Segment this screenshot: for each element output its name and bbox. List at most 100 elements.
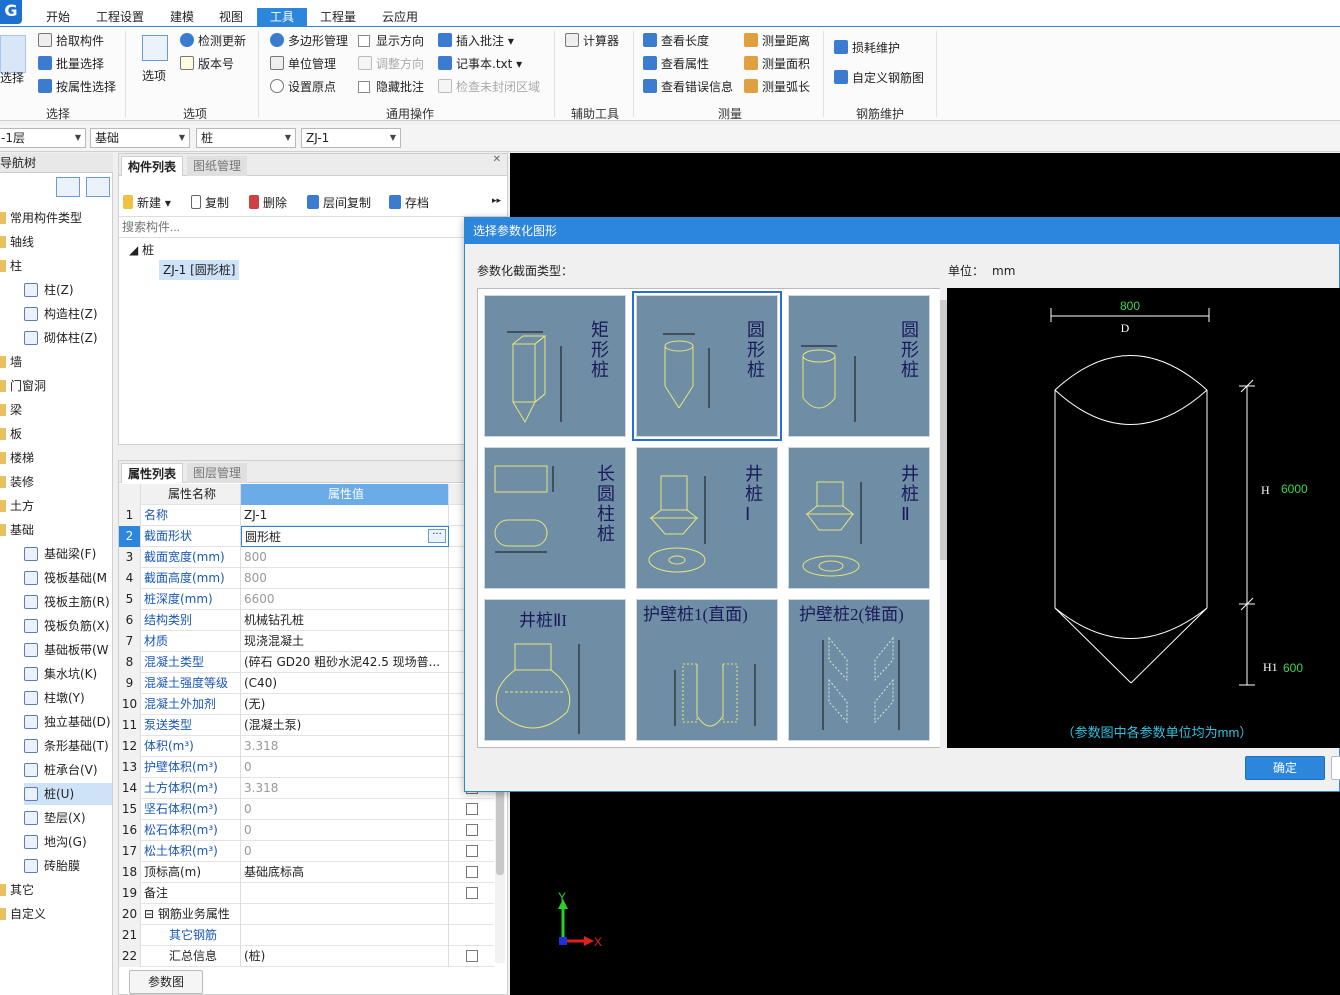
menu-tools[interactable]: 工具 — [257, 8, 307, 26]
unit-manage-button[interactable]: 单位管理 — [270, 55, 336, 73]
prop-row[interactable]: 16 松石体积(m³) 0 — [119, 820, 494, 841]
prop-value[interactable]: 圆形桩 ··· — [241, 526, 449, 547]
prop-value[interactable] — [241, 883, 449, 904]
tab-layer-manage[interactable]: 图层管理 — [187, 463, 248, 483]
prop-row[interactable]: 12 体积(m³) 3.318 — [119, 736, 494, 757]
nav-category-item[interactable]: 柱 — [0, 255, 22, 277]
nav-child-item[interactable]: 柱(Z) — [24, 279, 74, 301]
nav-child-item[interactable]: 基础板带(W — [24, 639, 109, 661]
nav-child-item[interactable]: 筏板负筋(X) — [24, 615, 110, 637]
prop-row[interactable]: 22 汇总信息 (桩) — [119, 946, 494, 967]
insert-note-button[interactable]: 插入批注 ▾ — [438, 32, 514, 50]
prop-value[interactable]: 800 — [241, 547, 449, 568]
check-closed-area-button[interactable]: 检查未封闭区域 — [438, 78, 540, 96]
menu-quantity[interactable]: 工程量 — [316, 8, 360, 26]
component-select[interactable]: ZJ-1 ▼ — [301, 128, 401, 148]
custom-rebar-button[interactable]: 自定义钢筋图 — [834, 69, 924, 87]
new-button[interactable]: 新建 ▾ — [123, 194, 171, 212]
archive-button[interactable]: 存档 — [389, 194, 429, 212]
prop-value[interactable]: (混凝土泵) — [241, 715, 449, 736]
prop-value[interactable]: 0 — [241, 841, 449, 862]
select-big-icon[interactable] — [0, 35, 26, 73]
prop-row[interactable]: 3 截面宽度(mm) 800 — [119, 547, 494, 568]
nav-child-item[interactable]: 条形基础(T) — [24, 735, 109, 757]
loss-maintain-button[interactable]: 损耗维护 — [834, 39, 900, 57]
nav-child-item[interactable]: 桩(U) — [24, 783, 112, 805]
version-button[interactable]: 版本号 — [180, 55, 234, 73]
nav-category-item[interactable]: 常用构件类型 — [0, 207, 82, 229]
shape-option[interactable]: 矩形桩矩形桩 — [484, 295, 626, 437]
grid-view-icon[interactable] — [86, 177, 110, 197]
polygon-manage-button[interactable]: 多边形管理 — [270, 32, 348, 50]
category-select[interactable]: 基础 ▼ — [90, 128, 190, 148]
nav-child-item[interactable]: 筏板主筋(R) — [24, 591, 110, 613]
measure-arc-button[interactable]: 测量弧长 — [744, 78, 810, 96]
prop-row[interactable]: 19 备注 — [119, 883, 494, 904]
tree-item-zj1[interactable]: ZJ-1 [圆形桩] — [159, 260, 240, 280]
copy-button[interactable]: 复制 — [191, 194, 229, 212]
shape-option[interactable]: 井桩Ⅱ井桩II — [788, 447, 930, 589]
prop-value[interactable]: (C40) — [241, 673, 449, 694]
prop-value[interactable]: 0 — [241, 757, 449, 778]
prop-value[interactable]: 800 — [241, 568, 449, 589]
prop-row[interactable]: 17 松土体积(m³) 0 — [119, 841, 494, 862]
prop-value[interactable]: 机械钻孔桩 — [241, 610, 449, 631]
measure-distance-button[interactable]: 测量距离 — [744, 32, 810, 50]
nav-category-item[interactable]: 梁 — [0, 399, 22, 421]
show-direction-checkbox[interactable]: 显示方向 — [358, 32, 424, 50]
notepad-button[interactable]: 记事本.txt ▾ — [438, 55, 522, 73]
pick-component-button[interactable]: 拾取构件 — [38, 32, 104, 50]
nav-category-item[interactable]: 墙 — [0, 351, 22, 373]
prop-row[interactable]: 4 截面高度(mm) 800 — [119, 568, 494, 589]
measure-area-button[interactable]: 测量面积 — [744, 55, 810, 73]
attach-checkbox[interactable] — [465, 845, 478, 857]
type-select[interactable]: 桩 ▼ — [196, 128, 296, 148]
shape-option[interactable]: 圆形桩圆形桩(球冠底) — [788, 295, 930, 437]
nav-child-item[interactable]: 柱墩(Y) — [24, 687, 85, 709]
ellipsis-button[interactable]: ··· — [428, 529, 446, 543]
prop-value[interactable]: 现浇混凝土 — [241, 631, 449, 652]
overflow-icon[interactable]: ▸▸ — [492, 196, 501, 206]
nav-child-item[interactable]: 地沟(G) — [24, 831, 87, 853]
nav-category-item[interactable]: 门窗洞 — [0, 375, 46, 397]
set-origin-button[interactable]: 设置原点 — [270, 78, 336, 96]
nav-category-item[interactable]: 基础 — [0, 519, 34, 541]
floor-select[interactable]: -1层 ▼ — [0, 128, 86, 148]
prop-value[interactable]: (碎石 GD20 粗砂水泥42.5 现场普... — [241, 652, 449, 673]
prop-row[interactable]: 10 混凝土外加剂 (无) — [119, 694, 494, 715]
shape-option[interactable]: 护壁桩2(锥面)护壁桩2(锥面) — [788, 599, 930, 741]
cancel-button[interactable] — [1331, 756, 1340, 780]
prop-value[interactable]: (无) — [241, 694, 449, 715]
attach-checkbox[interactable] — [465, 950, 478, 962]
tree-root-pile[interactable]: ◢ 桩 — [129, 240, 154, 260]
menu-project-settings[interactable]: 工程设置 — [92, 8, 148, 26]
prop-row[interactable]: 9 混凝土强度等级 (C40) — [119, 673, 494, 694]
collapse-toggle-icon[interactable]: ⊟ — [144, 907, 158, 921]
shape-option[interactable]: 井桩Ⅰ井桩I — [636, 447, 778, 589]
prop-row[interactable]: 11 泵送类型 (混凝土泵) — [119, 715, 494, 736]
prop-value[interactable]: 3.318 — [241, 778, 449, 799]
view-error-button[interactable]: 查看错误信息 — [643, 78, 733, 96]
attach-checkbox[interactable] — [465, 887, 478, 899]
search-input[interactable] — [119, 217, 459, 237]
shape-option[interactable]: 护壁桩1(直面)护壁桩1(直面) — [636, 599, 778, 741]
view-attr-button[interactable]: 查看属性 — [643, 55, 709, 73]
prop-value[interactable]: ZJ-1 — [241, 505, 449, 526]
prop-value[interactable]: 0 — [241, 820, 449, 841]
prop-row[interactable]: 14 土方体积(m³) 3.318 — [119, 778, 494, 799]
nav-child-item[interactable]: 桩承台(V) — [24, 759, 98, 781]
prop-row[interactable]: 13 护壁体积(m³) 0 — [119, 757, 494, 778]
nav-category-item[interactable]: 土方 — [0, 495, 34, 517]
attach-checkbox[interactable] — [465, 803, 478, 815]
adjust-direction-button[interactable]: 调整方向 — [358, 55, 424, 73]
prop-row[interactable]: 21 其它钢筋 — [119, 925, 494, 946]
shape-option[interactable]: 圆形桩圆形桩 — [632, 291, 782, 441]
shape-option[interactable]: 井桩ⅡI井桩III — [484, 599, 626, 741]
prop-row[interactable]: 8 混凝土类型 (碎石 GD20 粗砂水泥42.5 现场普... — [119, 652, 494, 673]
batch-select-button[interactable]: 批量选择 — [38, 55, 104, 73]
close-icon[interactable]: ✕ — [493, 154, 501, 165]
tab-drawing-manage[interactable]: 图纸管理 — [187, 156, 248, 176]
prop-row[interactable]: 20 ⊟ 钢筋业务属性 — [119, 904, 494, 925]
prop-value[interactable] — [241, 925, 449, 946]
menu-start[interactable]: 开始 — [42, 8, 74, 26]
